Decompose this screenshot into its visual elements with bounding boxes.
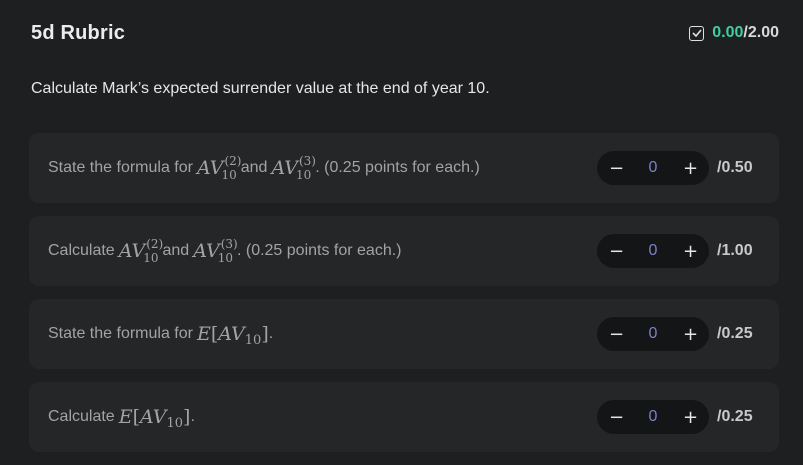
decrement-button[interactable]: − xyxy=(609,241,624,262)
score-earned: 0.00 xyxy=(712,24,744,41)
criterion-text: State the formula for AV (2) 10 and AV (3) 1… xyxy=(48,154,480,182)
total-score: 0.00/2.00 xyxy=(689,24,779,42)
math-av10-3: AV (3) 10 xyxy=(193,237,238,265)
rubric-header: 5d Rubric 0.00/2.00 xyxy=(31,20,779,46)
math-av10-3: AV (3) 10 xyxy=(271,154,316,182)
decrement-button[interactable]: − xyxy=(609,158,624,179)
score-total: /2.00 xyxy=(743,24,779,41)
increment-button[interactable]: + xyxy=(683,324,698,345)
score-controls: − 0 + /0.25 xyxy=(597,400,761,434)
score-stepper[interactable]: − 0 + xyxy=(597,400,709,434)
criterion-text: Calculate E[AV 10] . xyxy=(48,406,195,431)
math-e-av10: E[AV 10] xyxy=(196,323,269,348)
question-text: Calculate Mark’s expected surrender valu… xyxy=(31,80,490,97)
criterion-row: State the formula for AV (2) 10 and AV (3) 1… xyxy=(29,133,779,203)
score-value[interactable]: 0 xyxy=(649,159,658,177)
max-points: /0.50 xyxy=(717,159,753,176)
math-e-av10: E[AV 10] xyxy=(118,406,191,431)
criterion-text: State the formula for E[AV 10] . xyxy=(48,323,274,348)
increment-button[interactable]: + xyxy=(683,241,698,262)
criteria-list: State the formula for AV (2) 10 and AV (3) 1… xyxy=(29,133,779,465)
score-controls: − 0 + /0.25 xyxy=(597,317,761,351)
increment-button[interactable]: + xyxy=(683,407,698,428)
criterion-row: Calculate E[AV 10] . − 0 + /0.25 xyxy=(29,382,779,452)
score-controls: − 0 + /0.50 xyxy=(597,151,761,185)
score-stepper[interactable]: − 0 + xyxy=(597,317,709,351)
max-points: /0.25 xyxy=(717,325,753,342)
decrement-button[interactable]: − xyxy=(609,407,624,428)
max-points: /1.00 xyxy=(717,242,753,259)
max-points: /0.25 xyxy=(717,408,753,425)
check-square-icon xyxy=(689,25,705,41)
score-value[interactable]: 0 xyxy=(649,325,658,343)
rubric-panel: 5d Rubric 0.00/2.00 Calculate Mark’s exp… xyxy=(0,0,803,464)
score-stepper[interactable]: − 0 + xyxy=(597,234,709,268)
increment-button[interactable]: + xyxy=(683,158,698,179)
score-controls: − 0 + /1.00 xyxy=(597,234,761,268)
criterion-text: Calculate AV (2) 10 and AV (3) 10 . (0.25 po… xyxy=(48,237,402,265)
decrement-button[interactable]: − xyxy=(609,324,624,345)
math-av10-2: AV (2) 10 xyxy=(196,154,242,182)
score-value[interactable]: 0 xyxy=(649,242,658,260)
rubric-title: 5d Rubric xyxy=(31,21,126,44)
criterion-row: Calculate AV (2) 10 and AV (3) 10 . (0.25 po… xyxy=(29,216,779,286)
score-value[interactable]: 0 xyxy=(649,408,658,426)
math-av10-2: AV (2) 10 xyxy=(118,237,164,265)
criterion-row: State the formula for E[AV 10] . − 0 + /0… xyxy=(29,299,779,369)
score-stepper[interactable]: − 0 + xyxy=(597,151,709,185)
